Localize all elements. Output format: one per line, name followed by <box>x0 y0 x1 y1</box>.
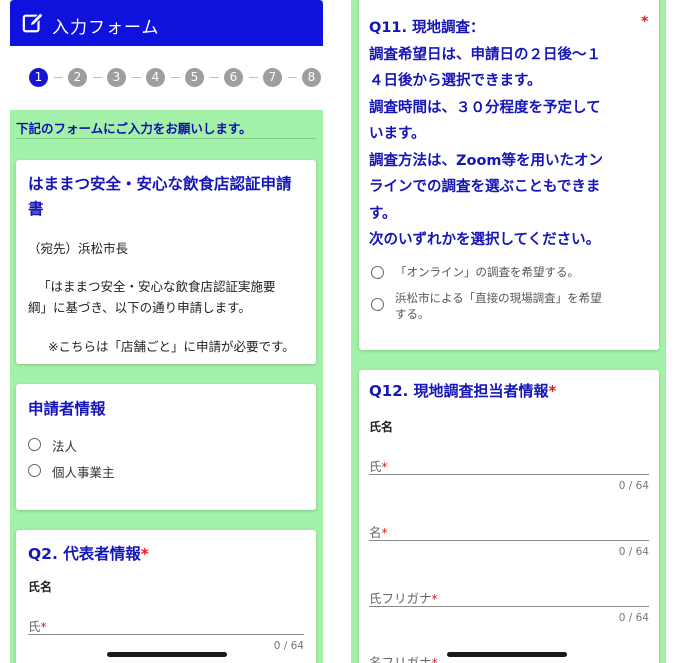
q11-question-text: Q11. 現地調査： 調査希望日は、申請日の２日後〜１ ４日後から選択できます。… <box>369 15 647 254</box>
edit-icon <box>22 12 44 33</box>
radio-label-line: する。 <box>395 307 430 321</box>
step-1[interactable]: 1 <box>29 68 48 87</box>
q11-line: 次のいずれかを選択してください。 <box>369 232 601 248</box>
radio-label: 法人 <box>52 439 78 454</box>
char-counter: 0 / 64 <box>618 546 649 558</box>
step-progress: 1 2 3 4 5 6 7 8 <box>10 46 323 110</box>
radio-sole-proprietor[interactable]: 個人事業主 <box>28 462 228 482</box>
required-mark: * <box>140 545 149 563</box>
applicant-title: 申請者情報 <box>28 400 106 418</box>
step-6[interactable]: 6 <box>224 68 243 87</box>
left-phone-screen: 入力フォーム 1 2 3 4 5 6 7 8 下記のフォームにご入力をお願いしま… <box>10 0 323 663</box>
form-title-line: 書 <box>28 200 44 218</box>
surname-field-label: 氏* <box>369 456 388 475</box>
required-mark: * <box>431 591 438 606</box>
required-mark: * <box>40 619 47 634</box>
form-title: はままつ安全・安心な飲食店認証申請 書 <box>28 172 292 222</box>
radio-label: 「オンライン」の調査を希望する。 <box>395 265 579 279</box>
paragraph-line: 「はままつ安全・安心な飲食店認証実施要 <box>38 279 276 294</box>
step-connector <box>93 77 102 78</box>
step-5[interactable]: 5 <box>185 68 204 87</box>
step-3[interactable]: 3 <box>107 68 126 87</box>
char-counter: 0 / 64 <box>618 480 649 492</box>
field-label-text: 氏フリガナ <box>369 591 432 606</box>
given-name-kana-field-label: 名フリガナ* <box>369 652 438 663</box>
field-label-text: 名 <box>369 525 382 540</box>
required-mark: * <box>431 655 438 663</box>
app-header: 入力フォーム <box>10 0 323 46</box>
step-connector <box>210 77 219 78</box>
step-connector <box>132 77 141 78</box>
radio-label-line: 浜松市による「直接の現場調査」を希望 <box>395 291 602 305</box>
field-label-text: 名フリガナ <box>369 655 432 663</box>
form-title-card: はままつ安全・安心な飲食店認証申請 書 （宛先）浜松市長 「はままつ安全・安心な… <box>16 160 316 364</box>
home-indicator <box>447 652 567 657</box>
step-connector <box>171 77 180 78</box>
radio-corporation[interactable]: 法人 <box>28 436 228 456</box>
required-mark: * <box>381 459 388 474</box>
q12-title: Q12. 現地調査担当者情報* <box>369 380 556 401</box>
name-sublabel: 氏名 <box>28 580 53 594</box>
q11-line: います。 <box>369 126 426 142</box>
required-mark: * <box>641 14 649 30</box>
per-store-note: ※こちらは「店舗ごと」に申請が必要です。 <box>48 339 295 354</box>
surname-input[interactable] <box>28 634 304 635</box>
step-2[interactable]: 2 <box>68 68 87 87</box>
applicant-card: 申請者情報 法人 個人事業主 <box>16 384 316 510</box>
name-sublabel: 氏名 <box>369 420 394 434</box>
q2-title: Q2. 代表者情報* <box>28 542 149 564</box>
step-connector <box>288 77 297 78</box>
q11-line: 調査希望日は、申請日の２日後〜１ <box>369 46 601 63</box>
q2-representative-card: Q2. 代表者情報* 氏名 氏* 0 / 64 <box>16 530 316 663</box>
radio-onsite-survey[interactable]: 浜松市による「直接の現場調査」を希望 する。 <box>371 290 651 324</box>
step-8[interactable]: 8 <box>302 68 321 87</box>
intro-paragraph: 「はままつ安全・安心な飲食店認証実施要 綱」に基づき、以下の通り申請します。 <box>28 276 276 318</box>
radio-label: 個人事業主 <box>52 465 115 480</box>
given-name-field-label: 名* <box>369 522 388 541</box>
step-connector <box>249 77 258 78</box>
paragraph-line: 綱」に基づき、以下の通り申請します。 <box>28 300 251 315</box>
surname-field-label: 氏* <box>28 616 47 635</box>
surname-input[interactable] <box>369 474 649 475</box>
step-7[interactable]: 7 <box>263 68 282 87</box>
required-mark: * <box>548 382 557 400</box>
form-title-line: はままつ安全・安心な飲食店認証申請 <box>28 175 292 193</box>
radio-circle-icon[interactable] <box>28 438 41 451</box>
q11-line: す。 <box>369 205 397 222</box>
radio-online-survey[interactable]: 「オンライン」の調査を希望する。 <box>371 264 651 284</box>
intro-divider <box>16 138 316 139</box>
step-connector <box>54 77 63 78</box>
q11-site-survey-card: Q11. 現地調査： 調査希望日は、申請日の２日後〜１ ４日後から選択できます。… <box>359 0 659 350</box>
q11-line: ラインでの調査を選ぶこともできま <box>369 179 601 195</box>
form-intro-text: 下記のフォームにご入力をお願いします。 <box>16 121 252 136</box>
home-indicator <box>107 652 227 657</box>
char-counter: 0 / 64 <box>618 612 649 624</box>
radio-circle-icon[interactable] <box>28 464 41 477</box>
required-mark: * <box>381 525 388 540</box>
surname-kana-input[interactable] <box>369 606 649 607</box>
q11-line: 調査方法は、Zoom等を用いたオン <box>369 152 604 169</box>
addressee-text: （宛先）浜松市長 <box>28 241 129 256</box>
char-counter: 0 / 64 <box>273 640 304 652</box>
surname-kana-field-label: 氏フリガナ* <box>369 588 438 607</box>
header-title: 入力フォーム <box>52 18 160 38</box>
field-label-text: 氏 <box>28 619 41 634</box>
radio-circle-icon[interactable] <box>371 266 384 279</box>
q12-contact-card: Q12. 現地調査担当者情報* 氏名 氏* 0 / 64 名* 0 / 64 氏… <box>359 370 659 663</box>
given-name-input[interactable] <box>369 540 649 541</box>
q11-line: 調査時間は、３０分程度を予定して <box>369 99 601 116</box>
q2-title-text: Q2. 代表者情報 <box>28 545 141 563</box>
q12-title-text: Q12. 現地調査担当者情報 <box>369 382 549 400</box>
step-4[interactable]: 4 <box>146 68 165 87</box>
q11-line: ４日後から選択できます。 <box>369 73 542 89</box>
field-label-text: 氏 <box>369 459 382 474</box>
right-phone-screen: Q11. 現地調査： 調査希望日は、申請日の２日後〜１ ４日後から選択できます。… <box>351 0 666 663</box>
radio-circle-icon[interactable] <box>371 298 384 311</box>
radio-label: 浜松市による「直接の現場調査」を希望 する。 <box>395 290 645 322</box>
q11-line: Q11. 現地調査： <box>369 20 485 36</box>
